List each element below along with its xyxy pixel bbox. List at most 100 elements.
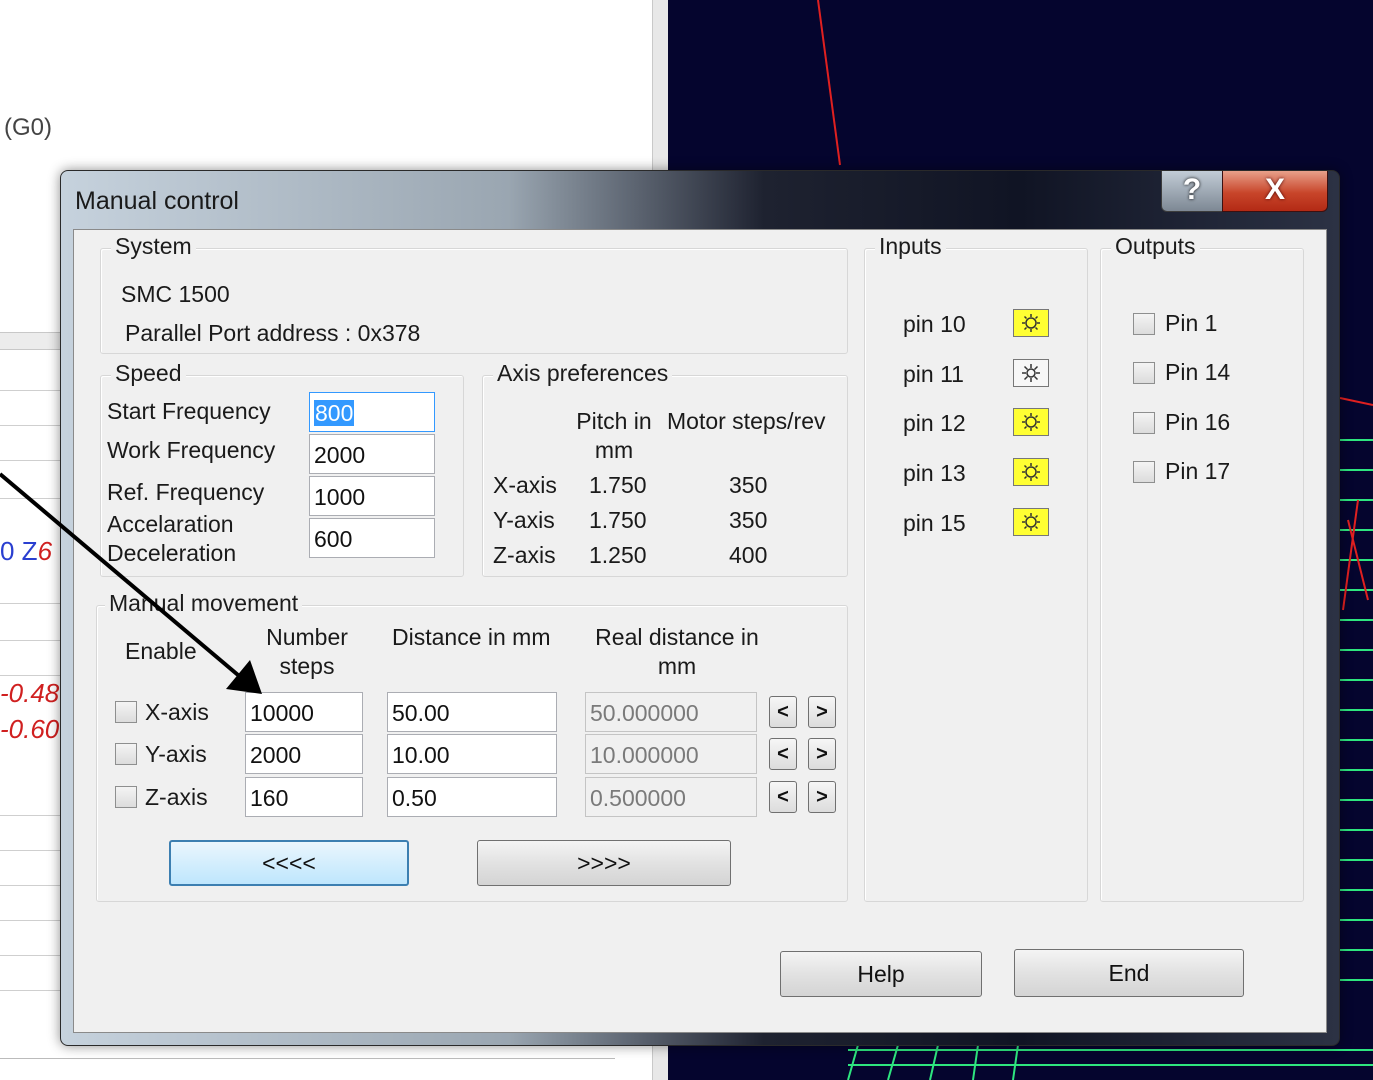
input-pin-indicator <box>1013 309 1049 337</box>
led-on-icon <box>1022 413 1040 431</box>
grid-line <box>0 390 62 391</box>
move-forward-button[interactable]: >>>> <box>477 840 731 886</box>
start-frequency-label: Start Frequency <box>107 398 271 424</box>
system-model: SMC 1500 <box>121 281 230 307</box>
z-axis-real-distance: 0.500000 <box>585 777 757 817</box>
output-pin-17-label: Pin 17 <box>1165 458 1231 484</box>
grid-line <box>0 885 62 886</box>
pitch-value: 1.250 <box>589 542 647 568</box>
system-group: System SMC 1500 Parallel Port address : … <box>100 233 848 354</box>
dialog-title: Manual control <box>75 187 239 215</box>
x-axis-increment-button[interactable]: > <box>808 696 836 728</box>
output-pin-16-label: Pin 16 <box>1165 409 1231 435</box>
pitch-value: 1.750 <box>589 507 647 533</box>
axis-label: Y-axis <box>493 507 555 533</box>
red-coordinate: -0.48 <box>0 678 60 708</box>
work-frequency-input[interactable]: 2000 <box>309 434 435 474</box>
output-pin-17-checkbox[interactable] <box>1133 461 1155 483</box>
z-value: 6 <box>37 536 53 566</box>
y-axis-distance-input[interactable]: 10.00 <box>387 734 557 774</box>
z-axis-label: Z-axis <box>145 784 208 810</box>
x-axis-real-distance: 50.000000 <box>585 692 757 732</box>
x-axis-distance-input[interactable]: 50.00 <box>387 692 557 732</box>
number-steps-header: Number <box>266 624 348 650</box>
y-axis-real-distance: 10.000000 <box>585 734 757 774</box>
input-pin-label: pin 12 <box>903 410 966 436</box>
grid-line <box>0 603 62 604</box>
move-backward-button[interactable]: <<<< <box>169 840 409 886</box>
manual-movement-group: Manual movement Enable Number steps Dist… <box>96 590 848 902</box>
input-pin-indicator <box>1013 359 1049 387</box>
y-axis-enable-checkbox[interactable] <box>115 743 137 765</box>
grid-line <box>0 498 62 499</box>
grid-line <box>0 920 62 921</box>
grid-line <box>0 815 62 816</box>
outputs-group: Outputs Pin 1 Pin 14 Pin 16 Pin 17 <box>1100 233 1304 902</box>
output-pin-1-label: Pin 1 <box>1165 310 1218 336</box>
z-axis-steps-input[interactable]: 160 <box>245 777 363 817</box>
end-button[interactable]: End <box>1014 949 1244 997</box>
y-axis-steps-input[interactable]: 2000 <box>245 734 363 774</box>
x-axis-decrement-button[interactable]: < <box>769 696 797 728</box>
x-axis-enable-checkbox[interactable] <box>115 701 137 723</box>
y-axis-label: Y-axis <box>145 741 207 767</box>
steps-value: 350 <box>729 507 768 533</box>
grid-line <box>0 425 62 426</box>
speed-legend: Speed <box>111 360 186 387</box>
led-on-icon <box>1022 463 1040 481</box>
grid-line <box>0 990 62 991</box>
gcode-text: (G0) <box>4 114 52 141</box>
grid-line <box>0 955 62 956</box>
title-close-button[interactable]: X <box>1222 171 1328 212</box>
input-pin-label: pin 11 <box>903 361 964 387</box>
manual-control-dialog: Manual control ? X System SMC 1500 Paral… <box>60 170 1340 1046</box>
real-distance-header-unit: mm <box>657 653 697 679</box>
pitch-header-unit: mm <box>594 437 634 463</box>
acceleration-label: Accelaration <box>107 511 234 537</box>
grid-line <box>0 675 62 676</box>
x-axis-steps-input[interactable]: 10000 <box>245 692 363 732</box>
y-axis-decrement-button[interactable]: < <box>769 738 797 770</box>
ref-frequency-input[interactable]: 1000 <box>309 476 435 516</box>
axis-label: Z-axis <box>493 542 556 568</box>
grid-line <box>0 460 62 461</box>
y-axis-increment-button[interactable]: > <box>808 738 836 770</box>
deceleration-label: Deceleration <box>107 540 237 566</box>
deceleration-input[interactable]: 600 <box>309 518 435 558</box>
dialog-client-area: System SMC 1500 Parallel Port address : … <box>73 229 1327 1033</box>
work-frequency-label: Work Frequency <box>107 437 276 463</box>
led-off-icon <box>1022 364 1040 382</box>
axis-preferences-group: Axis preferences Pitch in mm Motor steps… <box>482 360 848 577</box>
output-pin-14-label: Pin 14 <box>1165 359 1231 385</box>
real-distance-header: Real distance in <box>595 624 759 650</box>
pitch-value: 1.750 <box>589 472 647 498</box>
z-axis-distance-input[interactable]: 0.50 <box>387 777 557 817</box>
z-axis-increment-button[interactable]: > <box>808 781 836 813</box>
outputs-legend: Outputs <box>1111 233 1200 260</box>
help-button[interactable]: Help <box>780 951 982 997</box>
title-help-button[interactable]: ? <box>1161 171 1223 212</box>
pitch-header: Pitch in <box>576 408 652 434</box>
system-port-address: Parallel Port address : 0x378 <box>125 320 421 346</box>
z-axis-decrement-button[interactable]: < <box>769 781 797 813</box>
distance-header: Distance in mm <box>392 624 551 650</box>
inputs-group: Inputs pin 10 pin 11 pin 12 pin 13 pin 1… <box>864 233 1088 902</box>
input-pin-label: pin 15 <box>903 510 966 536</box>
close-icon: X <box>1264 173 1285 206</box>
red-coordinate: -0.60 <box>0 714 60 744</box>
system-legend: System <box>111 233 196 260</box>
input-pin-label: pin 10 <box>903 311 966 337</box>
start-frequency-input[interactable]: 800 <box>309 392 435 432</box>
led-on-icon <box>1022 314 1040 332</box>
input-pin-label: pin 13 <box>903 460 966 486</box>
z-axis-enable-checkbox[interactable] <box>115 786 137 808</box>
speed-group: Speed Start Frequency Work Frequency Ref… <box>100 360 464 577</box>
output-pin-16-checkbox[interactable] <box>1133 412 1155 434</box>
output-pin-1-checkbox[interactable] <box>1133 313 1155 335</box>
inputs-legend: Inputs <box>875 233 946 260</box>
start-frequency-value: 800 <box>314 400 355 426</box>
x-axis-label: X-axis <box>145 699 209 725</box>
steps-value: 400 <box>729 542 768 568</box>
output-pin-14-checkbox[interactable] <box>1133 362 1155 384</box>
number-steps-header-line2: steps <box>279 653 335 679</box>
